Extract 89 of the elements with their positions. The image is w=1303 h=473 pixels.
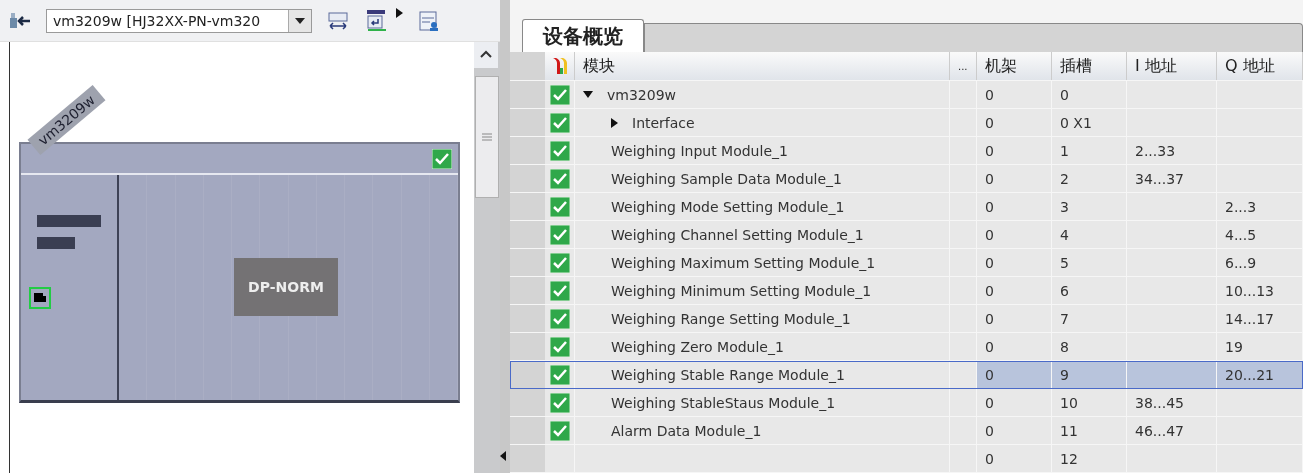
slot-cell: 9 xyxy=(1060,366,1069,383)
rack-cell: 0 xyxy=(985,114,994,131)
column-header[interactable]: 插槽 xyxy=(1052,52,1127,80)
q-address-cell: 20...21 xyxy=(1225,366,1274,383)
rack-cell: 0 xyxy=(985,198,994,215)
module-name: Weighing Stable Range Module_1 xyxy=(611,366,845,383)
slot-cell: 5 xyxy=(1060,254,1069,271)
name-edit-icon[interactable] xyxy=(364,8,388,33)
table-row[interactable]: Weighing Channel Setting Module_1 0 4 4...5 xyxy=(510,221,1303,249)
module-name: Weighing Input Module_1 xyxy=(611,142,788,159)
rack-cell: 0 xyxy=(985,394,994,411)
table-row[interactable]: Weighing Input Module_1 0 1 2...33 xyxy=(510,137,1303,165)
table-row[interactable]: Weighing Sample Data Module_1 0 2 34...37 xyxy=(510,165,1303,193)
port-icon[interactable] xyxy=(29,287,51,309)
module-name: Weighing Range Setting Module_1 xyxy=(611,310,851,327)
status-bar-long xyxy=(37,215,101,227)
scrollbar-thumb[interactable] xyxy=(475,76,499,198)
table-row[interactable]: vm3209w 0 0 xyxy=(510,81,1303,109)
rack-cell: 0 xyxy=(985,310,994,327)
rack-cell: 0 xyxy=(985,282,994,299)
rack-cell: 0 xyxy=(985,422,994,439)
column-header[interactable]: 模块 xyxy=(575,52,950,80)
module-name: Weighing Zero Module_1 xyxy=(611,338,784,355)
module-name: Interface xyxy=(632,114,695,131)
rack-cell: 0 xyxy=(985,86,994,103)
module-name: Weighing StableStaus Module_1 xyxy=(611,394,836,411)
panel-user-icon[interactable] xyxy=(418,9,440,32)
i-address-cell: 2...33 xyxy=(1135,142,1176,159)
slot-cell: 10 xyxy=(1060,394,1078,411)
module-name: Weighing Channel Setting Module_1 xyxy=(611,226,864,243)
i-address-cell: 46...47 xyxy=(1135,422,1184,439)
column-header[interactable]: ... xyxy=(950,52,977,80)
rack-cell: 0 xyxy=(985,366,994,383)
module-name: Alarm Data Module_1 xyxy=(611,422,762,439)
grip-icon xyxy=(482,133,492,141)
table-row[interactable]: Weighing Stable Range Module_1 0 9 20...21 xyxy=(510,361,1303,389)
module-name: Weighing Sample Data Module_1 xyxy=(611,170,843,187)
table-row[interactable]: Weighing Zero Module_1 0 8 19 xyxy=(510,333,1303,361)
module-block[interactable]: DP-NORM xyxy=(234,258,338,316)
scroll-up-icon[interactable] xyxy=(474,42,498,68)
module-name: Weighing Mode Setting Module_1 xyxy=(611,198,845,215)
slot-cell: 0 xyxy=(1060,86,1069,103)
table-row[interactable]: Interface 0 0 X1 xyxy=(510,109,1303,137)
slot-cell: 7 xyxy=(1060,310,1069,327)
q-address-cell: 4...5 xyxy=(1225,226,1257,243)
rack-cell: 0 xyxy=(985,226,994,243)
tab[interactable]: 设备概览 xyxy=(522,19,644,52)
expand-caret-icon[interactable] xyxy=(611,117,618,128)
slot-cell: 3 xyxy=(1060,198,1069,215)
column-header[interactable]: I 地址 xyxy=(1127,52,1217,80)
row-header[interactable] xyxy=(510,361,545,388)
status-bar-short xyxy=(37,237,75,249)
slot-cell: 4 xyxy=(1060,226,1069,243)
slot-cell: 8 xyxy=(1060,338,1069,355)
slot-cell: 0 X1 xyxy=(1060,114,1092,131)
slot-cell: 11 xyxy=(1060,422,1078,439)
slot-cell: 2 xyxy=(1060,170,1069,187)
caret-icon xyxy=(295,17,305,24)
table-row[interactable]: Weighing Mode Setting Module_1 0 3 2...3 xyxy=(510,193,1303,221)
table-row[interactable]: Weighing Range Setting Module_1 0 7 14...17 xyxy=(510,305,1303,333)
q-address-cell: 10...13 xyxy=(1225,282,1274,299)
table-row[interactable]: Weighing Minimum Setting Module_1 0 6 10...13 xyxy=(510,277,1303,305)
q-address-cell: 2...3 xyxy=(1225,198,1257,215)
slot-cell: 6 xyxy=(1060,282,1069,299)
slot-cell: 1 xyxy=(1060,142,1069,159)
table-row[interactable]: Weighing StableStaus Module_1 0 10 38...45 xyxy=(510,389,1303,417)
i-address-cell: 34...37 xyxy=(1135,170,1184,187)
column-header[interactable]: 机架 xyxy=(977,52,1052,80)
table-row[interactable]: Weighing Maximum Setting Module_1 0 5 6...9 xyxy=(510,249,1303,277)
i-address-cell: 38...45 xyxy=(1135,394,1184,411)
rack-cell: 0 xyxy=(985,142,994,159)
q-address-cell: 19 xyxy=(1225,338,1243,355)
q-address-cell: 6...9 xyxy=(1225,254,1257,271)
rack-cell: 0 xyxy=(985,338,994,355)
rack-cell: 0 xyxy=(985,170,994,187)
device-dropdown[interactable]: vm3209w [HJ32XX-PN-vm320 xyxy=(46,8,312,33)
q-address-cell: 14...17 xyxy=(1225,310,1274,327)
table-row[interactable]: 0 12 xyxy=(510,445,1303,473)
fit-width-icon[interactable] xyxy=(326,9,350,32)
module-name: Weighing Minimum Setting Module_1 xyxy=(611,282,872,299)
table-row[interactable]: Alarm Data Module_1 0 11 46...47 xyxy=(510,417,1303,445)
rack-cell: 0 xyxy=(985,450,994,467)
collapse-caret-icon[interactable] xyxy=(583,91,593,98)
column-header[interactable]: Q 地址 xyxy=(1217,52,1303,80)
module-name: Weighing Maximum Setting Module_1 xyxy=(611,254,876,271)
rack-cell: 0 xyxy=(985,254,994,271)
play-icon[interactable] xyxy=(396,7,404,18)
slot-cell: 12 xyxy=(1060,450,1078,467)
module-name: vm3209w xyxy=(607,86,676,103)
